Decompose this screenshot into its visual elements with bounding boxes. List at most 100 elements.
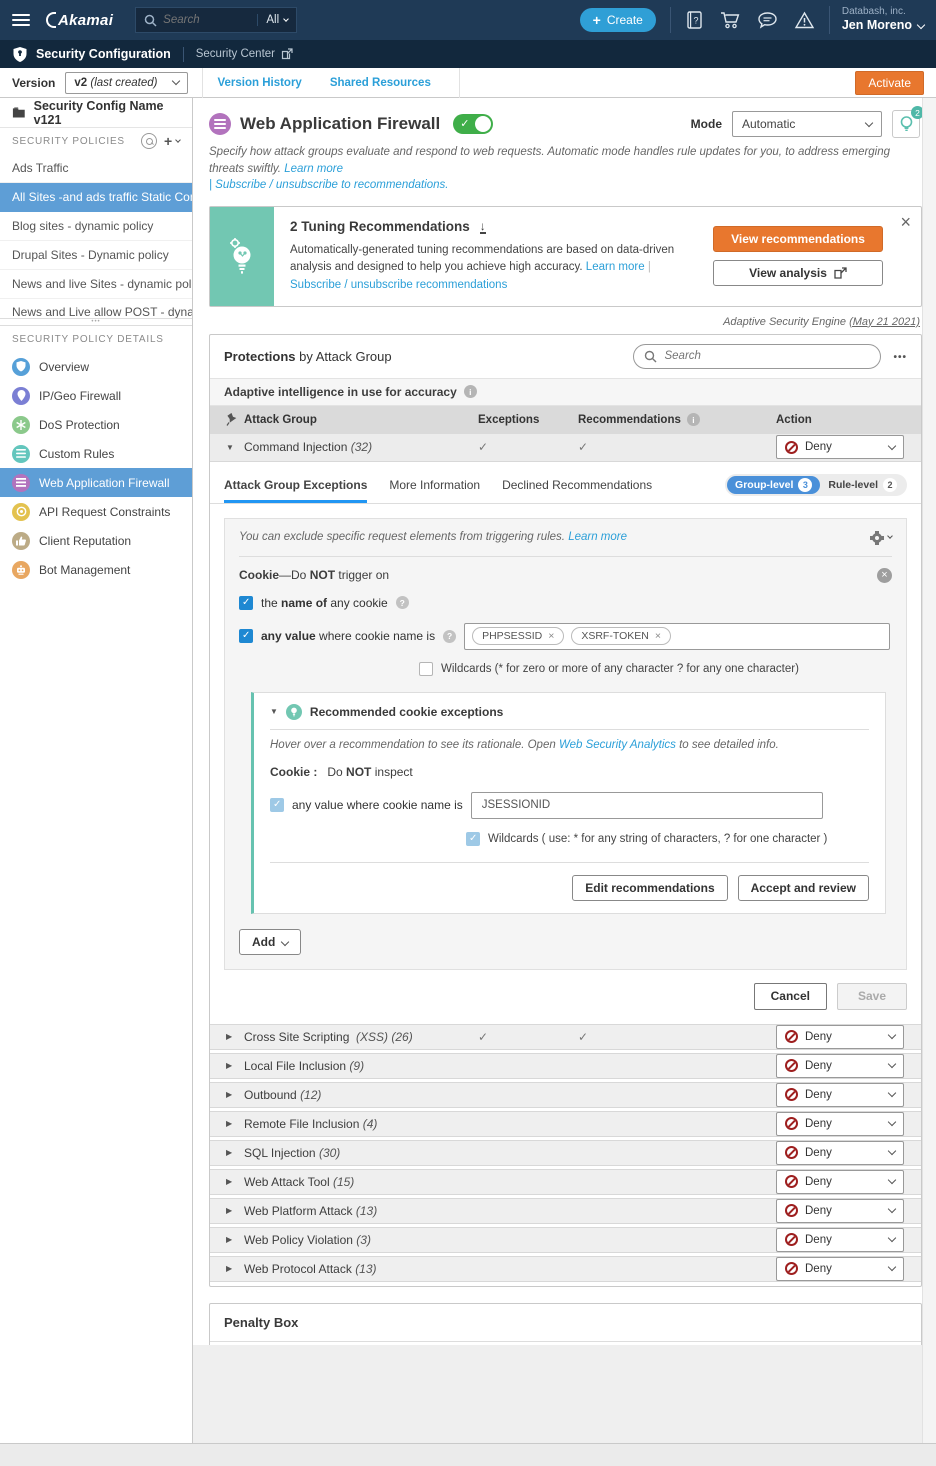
attack-group-row[interactable]: ▶ Web Platform Attack (13) Deny [210, 1198, 921, 1224]
cookie-value-checkbox[interactable] [239, 629, 253, 643]
action-select[interactable]: Deny [776, 1025, 904, 1049]
global-search[interactable]: All [135, 7, 297, 33]
action-select[interactable]: Deny [776, 1054, 904, 1078]
expand-arrow-icon[interactable]: ▶ [226, 1235, 244, 1244]
attack-group-row[interactable]: ▶ Web Policy Violation (3) Deny [210, 1227, 921, 1253]
security-center-link[interactable]: Security Center [196, 48, 293, 60]
collapse-arrow-icon[interactable]: ▼ [226, 443, 244, 452]
sidebar-item-custom-rules[interactable]: Custom Rules [0, 439, 192, 468]
cookie-name-checkbox[interactable] [239, 596, 253, 610]
expand-arrow-icon[interactable]: ▶ [226, 1148, 244, 1157]
cookie-names-input[interactable]: PHPSESSID XSRF-TOKEN [464, 623, 890, 650]
sidebar-policy-news-live[interactable]: News and live Sites - dynamic policy [0, 270, 192, 299]
attack-group-row[interactable]: ▶ Outbound (12) Deny [210, 1082, 921, 1108]
action-select[interactable]: Deny [776, 1257, 904, 1281]
scrollbar-track[interactable] [922, 98, 936, 1443]
accept-and-review-button[interactable]: Accept and review [738, 875, 869, 901]
remove-exception-icon[interactable] [877, 568, 892, 583]
search-input[interactable] [163, 14, 251, 26]
info-icon[interactable] [464, 385, 477, 398]
attack-group-row[interactable]: ▶ Local File Inclusion (9) Deny [210, 1053, 921, 1079]
add-policy-button[interactable] [164, 133, 180, 149]
web-security-analytics-link[interactable]: Web Security Analytics [559, 739, 676, 751]
action-select[interactable]: Deny [776, 1083, 904, 1107]
create-button[interactable]: Create [580, 8, 656, 32]
rule-level-pill[interactable]: Rule-level2 [820, 476, 905, 494]
attack-group-row[interactable]: ▶ SQL Injection (30) Deny [210, 1140, 921, 1166]
edit-recommendations-button[interactable]: Edit recommendations [572, 875, 727, 901]
activate-button[interactable]: Activate [855, 71, 924, 95]
attack-group-row[interactable]: ▶ Web Attack Tool (15) Deny [210, 1169, 921, 1195]
attack-group-row[interactable]: ▶ Remote File Inclusion (4) Deny [210, 1111, 921, 1137]
alert-triangle-icon[interactable] [794, 11, 815, 30]
learn-more-link[interactable]: Learn more [284, 163, 343, 175]
tab-attack-group-exceptions[interactable]: Attack Group Exceptions [224, 478, 367, 503]
learn-more-link[interactable]: Learn more [586, 261, 645, 273]
action-select[interactable]: Deny [776, 435, 904, 459]
action-select[interactable]: Deny [776, 1170, 904, 1194]
action-select[interactable]: Deny [776, 1141, 904, 1165]
pin-icon[interactable] [226, 413, 237, 426]
version-select[interactable]: v2 (last created) [65, 72, 188, 94]
sidebar-policy-ads-traffic[interactable]: Ads Traffic [0, 154, 192, 183]
config-name-row[interactable]: Security Config Name v121 [0, 98, 192, 128]
recommended-cookie-name-input[interactable] [471, 792, 823, 819]
sidebar-item-web-application-firewall[interactable]: Web Application Firewall [0, 468, 192, 497]
attack-group-row-expanded[interactable]: ▼ Command Injection (32) ✓ ✓ Deny [210, 434, 921, 462]
sidebar-policy-all-sites[interactable]: All Sites -and ads traffic Static Conten… [0, 183, 192, 212]
subscribe-link[interactable]: | Subscribe / unsubscribe to recommendat… [209, 179, 449, 191]
attack-group-row[interactable]: ▶ Web Protocol Attack (13) Deny [210, 1256, 921, 1282]
chat-icon[interactable] [757, 11, 778, 30]
learn-more-link[interactable]: Learn more [568, 531, 627, 543]
shared-resources-link[interactable]: Shared Resources [330, 77, 431, 89]
view-recommendations-button[interactable]: View recommendations [713, 226, 883, 252]
subscribe-recommendations-link[interactable]: Subscribe / unsubscribe recommendations [290, 279, 507, 291]
account-menu[interactable]: Databash, inc. Jen Moreno [829, 6, 924, 34]
engine-date-link[interactable]: (May 21 2021) [849, 316, 920, 328]
overflow-menu-button[interactable] [893, 349, 907, 363]
tab-declined-recommendations[interactable]: Declined Recommendations [502, 478, 652, 503]
gear-menu-button[interactable] [870, 531, 892, 545]
action-select[interactable]: Deny [776, 1112, 904, 1136]
cart-icon[interactable] [720, 11, 741, 30]
recommended-value-checkbox[interactable] [270, 798, 284, 812]
expand-arrow-icon[interactable]: ▶ [226, 1264, 244, 1273]
collapse-arrow-icon[interactable]: ▼ [270, 707, 278, 716]
drag-handle[interactable] [0, 318, 192, 326]
help-icon[interactable] [396, 596, 409, 609]
help-book-icon[interactable]: ? [685, 10, 704, 30]
remove-tag-icon[interactable] [548, 630, 554, 642]
info-icon[interactable] [687, 413, 700, 426]
wildcards-checkbox[interactable] [419, 662, 433, 676]
search-input[interactable] [664, 350, 870, 362]
group-level-pill[interactable]: Group-level3 [727, 476, 820, 494]
sidebar-item-bot-management[interactable]: Bot Management [0, 555, 192, 584]
expand-arrow-icon[interactable]: ▶ [226, 1206, 244, 1215]
recommendations-bulb-button[interactable]: 2 [892, 110, 920, 138]
close-icon[interactable] [900, 213, 911, 231]
action-select[interactable]: Deny [776, 1228, 904, 1252]
sidebar-item-ip-geo-firewall[interactable]: IP/Geo Firewall [0, 381, 192, 410]
recommended-wildcards-checkbox[interactable] [466, 832, 480, 846]
remove-tag-icon[interactable] [655, 630, 661, 642]
help-icon[interactable] [443, 630, 456, 643]
save-button[interactable]: Save [837, 983, 907, 1010]
hamburger-icon[interactable] [12, 14, 30, 26]
sidebar-policy-drupal-sites[interactable]: Drupal Sites - Dynamic policy [0, 241, 192, 270]
waf-enabled-toggle[interactable] [453, 114, 493, 134]
tab-more-information[interactable]: More Information [389, 478, 480, 503]
attack-group-row[interactable]: ▶ Cross Site Scripting (XSS) (26) ✓ ✓ De… [210, 1024, 921, 1050]
sidebar-policy-news-post[interactable]: News and Live allow POST - dynamic [0, 299, 192, 318]
search-scope-select[interactable]: All [257, 14, 288, 26]
sidebar-policy-blog-sites[interactable]: Blog sites - dynamic policy [0, 212, 192, 241]
expand-arrow-icon[interactable]: ▶ [226, 1177, 244, 1186]
search-policies-icon[interactable] [141, 133, 157, 149]
attack-group-search[interactable] [633, 344, 881, 369]
mode-select[interactable]: Automatic [732, 111, 882, 137]
expand-arrow-icon[interactable]: ▶ [226, 1119, 244, 1128]
sidebar-item-overview[interactable]: Overview [0, 352, 192, 381]
add-exception-button[interactable]: Add [239, 929, 301, 955]
download-icon[interactable]: ↓ [480, 220, 486, 234]
version-history-link[interactable]: Version History [217, 77, 301, 89]
expand-arrow-icon[interactable]: ▶ [226, 1032, 244, 1041]
